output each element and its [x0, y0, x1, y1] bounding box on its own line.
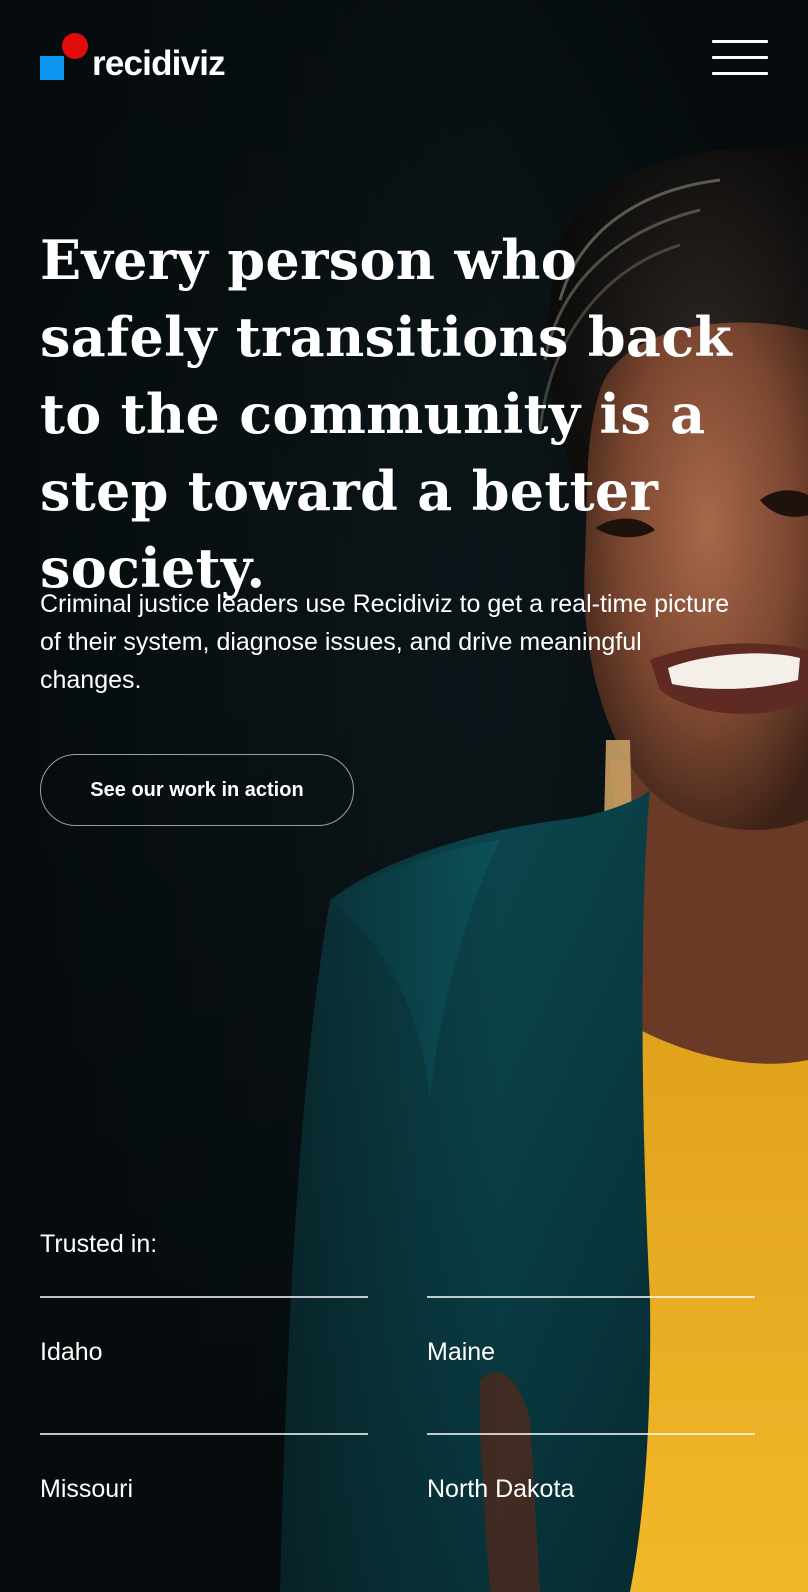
- state-name: Idaho: [40, 1338, 103, 1366]
- see-our-work-button[interactable]: See our work in action: [40, 754, 354, 826]
- logo-text: recidiviz: [92, 44, 226, 83]
- site-header: recidiviz: [40, 30, 768, 86]
- state-name: Maine: [427, 1338, 496, 1366]
- state-name: Missouri: [40, 1475, 134, 1503]
- logo-mark-icon: [40, 32, 90, 84]
- hero-section: recidiviz Every person who safely transi…: [0, 0, 808, 1592]
- state-item: Idaho: [40, 1296, 368, 1416]
- logo-square: [40, 56, 64, 80]
- recidiviz-logo[interactable]: recidiviz: [40, 30, 226, 86]
- trusted-in-label: Trusted in:: [40, 1230, 158, 1258]
- state-name: North Dakota: [427, 1475, 575, 1503]
- state-item: North Dakota: [427, 1433, 755, 1553]
- logo-dot: [62, 33, 88, 59]
- hero-headline: Every person who safely transitions back…: [40, 228, 733, 600]
- state-item: Maine: [427, 1296, 755, 1416]
- state-item: Missouri: [40, 1433, 368, 1553]
- hero-subtext: Criminal justice leaders use Recidiviz t…: [40, 590, 730, 694]
- hamburger-menu-icon[interactable]: [712, 40, 768, 76]
